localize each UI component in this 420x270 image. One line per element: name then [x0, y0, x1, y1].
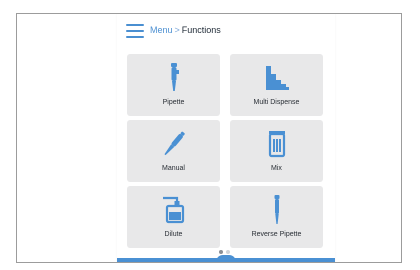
mix-icon	[268, 131, 285, 158]
tile-label: Mix	[271, 165, 282, 172]
breadcrumb-separator: >	[174, 25, 180, 35]
screenshot-frame: Menu > Functions Pipette Multi Dispense …	[16, 13, 402, 263]
tile-label: Dilute	[164, 231, 183, 238]
functions-grid: Pipette Multi Dispense Manual Mix Dilute…	[127, 54, 327, 248]
tile-pipette[interactable]: Pipette	[127, 54, 220, 116]
tile-manual[interactable]: Manual	[127, 120, 220, 182]
reverse-pipette-icon	[274, 195, 279, 224]
bottom-bar	[117, 258, 335, 262]
breadcrumb-current: Functions	[181, 25, 221, 35]
tile-dilute[interactable]: Dilute	[127, 186, 220, 248]
app-header: Menu > Functions	[117, 14, 335, 48]
tile-label: Multi Dispense	[253, 99, 300, 106]
tile-label: Manual	[162, 165, 185, 172]
multi-dispense-icon	[265, 66, 289, 90]
tile-multi-dispense[interactable]: Multi Dispense	[230, 54, 323, 116]
dilute-icon	[162, 196, 184, 224]
pipette-icon	[170, 63, 179, 91]
tile-mix[interactable]: Mix	[230, 120, 323, 182]
device-screen: Menu > Functions Pipette Multi Dispense …	[117, 14, 335, 262]
breadcrumb-menu-link[interactable]: Menu	[150, 25, 173, 35]
tile-reverse-pipette[interactable]: Reverse Pipette	[230, 186, 323, 248]
page-indicator	[219, 250, 231, 254]
hamburger-menu-icon[interactable]	[126, 24, 144, 38]
breadcrumb: Menu > Functions	[150, 25, 221, 35]
manual-pipette-icon	[163, 131, 185, 156]
page-dot-active[interactable]	[219, 250, 223, 254]
page-dot-inactive[interactable]	[226, 250, 230, 254]
tile-label: Pipette	[162, 99, 185, 106]
tile-label: Reverse Pipette	[251, 231, 302, 238]
